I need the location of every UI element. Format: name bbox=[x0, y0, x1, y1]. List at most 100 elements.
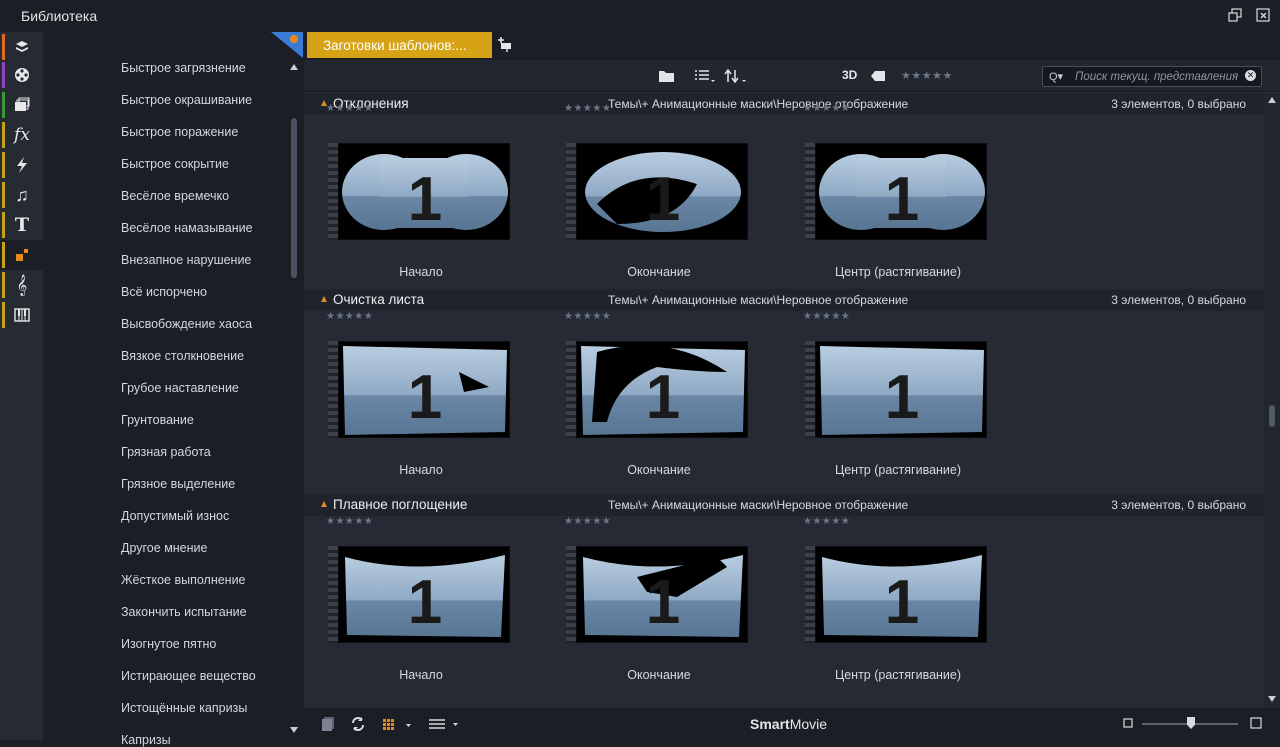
tree-item[interactable]: Допустимый износ bbox=[121, 509, 229, 523]
treble-clef-icon[interactable]: 𝄞 bbox=[0, 270, 44, 300]
collapse-triangle-icon[interactable] bbox=[321, 501, 327, 507]
fx-icon[interactable]: fx bbox=[0, 120, 44, 150]
zoom-slider-knob[interactable] bbox=[1187, 717, 1195, 729]
group-header[interactable]: Отклонения Темы\+ Анимационные маски\Неро… bbox=[304, 93, 1264, 115]
tree-item[interactable]: Закончить испытание bbox=[121, 605, 247, 619]
browser-toolbar: 3D ★★★★★ Q▾ ✕ bbox=[304, 60, 1280, 92]
svg-text:1: 1 bbox=[408, 165, 442, 234]
template-thumbnail[interactable]: 1 bbox=[815, 341, 987, 438]
details-view-icon[interactable] bbox=[428, 716, 462, 732]
filmstrip-edge bbox=[566, 341, 576, 438]
browser-scrollbar-thumb[interactable] bbox=[1269, 405, 1275, 427]
tree-item[interactable]: Быстрое поражение bbox=[121, 125, 238, 139]
search-box[interactable]: Q▾ ✕ bbox=[1042, 66, 1262, 87]
tab-row: Заготовки шаблонов:... bbox=[304, 32, 1280, 60]
template-thumbnail[interactable]: 1 bbox=[815, 546, 987, 643]
tree-scroll-up-icon[interactable] bbox=[290, 64, 298, 70]
scroll-down-icon[interactable] bbox=[1268, 696, 1276, 702]
tree-item[interactable]: Быстрое сокрытие bbox=[121, 157, 229, 171]
tree-item[interactable]: Грязное выделение bbox=[121, 477, 235, 491]
tree-item[interactable]: Высвобождение хаоса bbox=[121, 317, 252, 331]
restore-icon[interactable] bbox=[1228, 8, 1242, 22]
tile-rating[interactable]: ★★★★★ bbox=[803, 311, 850, 322]
tile-label: Центр (растягивание) bbox=[834, 668, 962, 682]
group-header[interactable]: Плавное поглощение Темы\+ Анимационные ма… bbox=[304, 494, 1264, 516]
lightning-icon[interactable] bbox=[0, 150, 44, 180]
group-path: Темы\+ Анимационные маски\Неровное отобр… bbox=[608, 97, 909, 111]
group-header[interactable]: Очистка листа Темы\+ Анимационные маски\Н… bbox=[304, 289, 1264, 311]
tab-templates[interactable]: Заготовки шаблонов:... bbox=[307, 32, 492, 58]
list-view-icon[interactable] bbox=[694, 68, 716, 84]
tree-item[interactable]: Изогнутое пятно bbox=[121, 637, 216, 651]
add-tab-icon[interactable] bbox=[497, 37, 513, 53]
tile-rating[interactable]: ★★★★★ bbox=[803, 516, 850, 527]
tree-item[interactable]: Жёсткое выполнение bbox=[121, 573, 246, 587]
sort-icon[interactable] bbox=[724, 68, 748, 84]
title-bar: Библиотека bbox=[0, 0, 1280, 32]
tree-item[interactable]: Капризы bbox=[121, 733, 171, 747]
folder-icon[interactable] bbox=[658, 68, 675, 84]
tree-item[interactable]: Весёлое намазывание bbox=[121, 221, 253, 235]
tile-label: Окончание bbox=[627, 463, 691, 477]
tile-rating[interactable]: ★★★★★ bbox=[564, 311, 611, 322]
scroll-up-icon[interactable] bbox=[1268, 97, 1276, 103]
svg-text:1: 1 bbox=[408, 568, 442, 637]
tree-item[interactable]: Грязная работа bbox=[121, 445, 211, 459]
montage-icon[interactable] bbox=[0, 240, 44, 270]
tree-scroll-down-icon[interactable] bbox=[290, 727, 298, 733]
grid-view-icon[interactable] bbox=[382, 716, 412, 732]
template-thumbnail[interactable]: 1 bbox=[576, 341, 748, 438]
refresh-icon[interactable] bbox=[350, 716, 366, 732]
tree-item[interactable]: Другое мнение bbox=[121, 541, 207, 555]
tree-scrollbar-thumb[interactable] bbox=[291, 118, 297, 278]
tag-filter-icon[interactable] bbox=[870, 68, 886, 84]
tree-item[interactable]: Вязкое столкновение bbox=[121, 349, 244, 363]
3d-filter-button[interactable]: 3D bbox=[842, 68, 857, 82]
tree-item[interactable]: Истощённые капризы bbox=[121, 701, 247, 715]
zoom-large-icon[interactable] bbox=[1250, 717, 1262, 729]
svg-text:1: 1 bbox=[885, 363, 919, 432]
corner-badge-icon bbox=[271, 32, 303, 58]
clear-search-icon[interactable]: ✕ bbox=[1245, 70, 1256, 81]
tree-item[interactable]: Истирающее вещество bbox=[121, 669, 256, 683]
film-reel-icon[interactable] bbox=[0, 60, 44, 90]
tree-item[interactable]: Внезапное нарушение bbox=[121, 253, 251, 267]
window-title: Библиотека bbox=[21, 8, 98, 24]
music-note-icon[interactable]: ♫ bbox=[0, 180, 44, 210]
browser-scrollbar[interactable] bbox=[1264, 93, 1280, 708]
collapse-triangle-icon[interactable] bbox=[321, 296, 327, 302]
template-thumbnail[interactable]: 1 bbox=[338, 341, 510, 438]
search-input[interactable] bbox=[1075, 69, 1245, 84]
tree-item[interactable]: Всё испорчено bbox=[121, 285, 207, 299]
keyboard-icon[interactable] bbox=[0, 300, 44, 330]
smartmovie-button[interactable]: SmartMovie bbox=[750, 716, 827, 732]
tile-rating[interactable]: ★★★★★ bbox=[326, 311, 373, 322]
search-icon[interactable]: Q▾ bbox=[1049, 70, 1063, 83]
brand-bold: Smart bbox=[750, 716, 790, 732]
tree-item[interactable]: Грунтование bbox=[121, 413, 194, 427]
layers-icon[interactable] bbox=[0, 32, 44, 62]
group-count: 3 элементов, 0 выбрано bbox=[1111, 293, 1246, 307]
close-panel-icon[interactable] bbox=[1256, 8, 1270, 22]
zoom-small-icon[interactable] bbox=[1123, 718, 1133, 728]
tile-rating[interactable]: ★★★★★ bbox=[564, 103, 611, 114]
tree-item[interactable]: Грубое наставление bbox=[121, 381, 239, 395]
svg-text:1: 1 bbox=[646, 165, 680, 234]
tile-rating[interactable]: ★★★★★ bbox=[564, 516, 611, 527]
collections-icon[interactable] bbox=[0, 90, 44, 120]
tile-rating[interactable]: ★★★★★ bbox=[326, 516, 373, 527]
title-t-icon[interactable]: T bbox=[0, 210, 44, 240]
template-thumbnail[interactable]: 1 bbox=[338, 546, 510, 643]
tree-item[interactable]: Быстрое загрязнение bbox=[121, 61, 246, 75]
tile-rating[interactable]: ★★★★★ bbox=[326, 103, 373, 114]
template-thumbnail[interactable]: 1 bbox=[576, 143, 748, 240]
template-thumbnail[interactable]: 1 bbox=[338, 143, 510, 240]
template-thumbnail[interactable]: 1 bbox=[576, 546, 748, 643]
tree-item[interactable]: Быстрое окрашивание bbox=[121, 93, 252, 107]
tree-item[interactable]: Весёлое времечко bbox=[121, 189, 229, 203]
tile-label: Центр (растягивание) bbox=[834, 463, 962, 477]
rating-filter[interactable]: ★★★★★ bbox=[901, 69, 953, 85]
tile-rating[interactable]: ★★★★★ bbox=[803, 103, 850, 114]
template-thumbnail[interactable]: 1 bbox=[815, 143, 987, 240]
stack-icon[interactable] bbox=[320, 716, 336, 732]
